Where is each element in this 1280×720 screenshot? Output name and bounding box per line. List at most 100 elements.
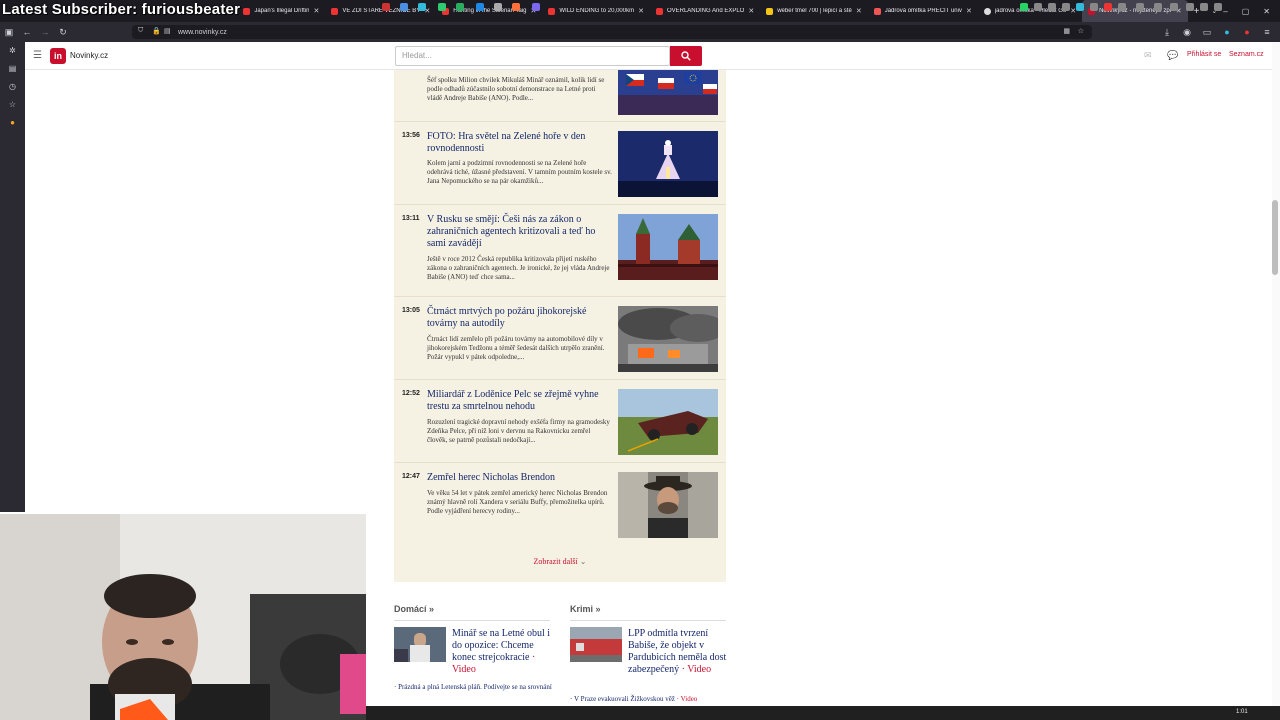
close-icon[interactable]: ✕ bbox=[748, 7, 754, 15]
section-title-krimi[interactable]: Krimi » bbox=[570, 604, 601, 614]
article-perex: Šéf spolku Milion chvilek Mikuláš Minář … bbox=[427, 76, 605, 102]
close-icon[interactable]: ✕ bbox=[638, 7, 644, 15]
os-taskbar bbox=[366, 706, 1280, 720]
tab[interactable]: WILD ENDING to 20,000km ✕ bbox=[542, 0, 650, 22]
history-icon[interactable]: ◷ bbox=[0, 78, 25, 96]
section-sublink[interactable]: · Prázdná a plná Letenská pláň. Podívejt… bbox=[394, 683, 552, 692]
app-icon[interactable] bbox=[382, 3, 390, 11]
article-headline[interactable]: V Rusku se smějí: Češi nás za zákon o za… bbox=[427, 214, 612, 250]
tray-icon[interactable] bbox=[1104, 3, 1112, 11]
tab[interactable]: Jádrová omítka PRECIT univ ✕ bbox=[868, 0, 978, 22]
tray-icon[interactable] bbox=[1048, 3, 1056, 11]
list-item[interactable]: 13:56 FOTO: Hra světel na Zelené hoře v … bbox=[394, 122, 726, 205]
article-headline[interactable]: Miliardář z Loděnice Pelc se zřejmě vyhn… bbox=[427, 389, 612, 413]
close-window-icon[interactable]: ✕ bbox=[1263, 7, 1270, 16]
article-headline[interactable]: FOTO: Hra světel na Zelené hoře v den ro… bbox=[427, 131, 612, 155]
article-thumbnail[interactable] bbox=[618, 472, 718, 538]
section-sublink[interactable]: · V Praze evakuovali Žižkovskou věž · Vi… bbox=[570, 695, 728, 704]
app-icon[interactable] bbox=[494, 3, 502, 11]
tab[interactable]: Hunting in the Siberian Taig ✕ bbox=[436, 0, 542, 22]
tray-icon[interactable] bbox=[1034, 3, 1042, 11]
list-item[interactable]: 13:05 Čtrnáct mrtvých po požáru jihokore… bbox=[394, 297, 726, 380]
article-thumbnail[interactable] bbox=[618, 70, 718, 115]
close-icon[interactable]: ✕ bbox=[313, 7, 319, 15]
firefox-icon[interactable] bbox=[512, 3, 520, 11]
page-scrollbar[interactable] bbox=[1272, 42, 1280, 708]
show-more-button[interactable]: Zobrazit další ⌄ bbox=[394, 557, 726, 566]
minimize-icon[interactable]: – bbox=[1223, 7, 1227, 16]
article-thumbnail[interactable] bbox=[618, 214, 718, 280]
login-link[interactable]: Přihlásit se bbox=[1187, 51, 1221, 58]
back-icon[interactable]: ← bbox=[18, 27, 36, 37]
tray-icon[interactable] bbox=[1136, 3, 1144, 11]
taskbar-clock[interactable]: 1:01 bbox=[1236, 709, 1248, 715]
menu-icon[interactable]: ≡ bbox=[1258, 27, 1276, 38]
app-icon[interactable] bbox=[438, 3, 446, 11]
maximize-icon[interactable]: ▢ bbox=[1242, 7, 1250, 16]
tray-icon[interactable] bbox=[1154, 3, 1162, 11]
article-thumbnail[interactable] bbox=[394, 627, 446, 662]
extension-icon[interactable]: ● bbox=[1218, 27, 1236, 38]
app-icon[interactable] bbox=[418, 3, 426, 11]
search-input[interactable]: Hledat... bbox=[395, 46, 670, 66]
url-bar[interactable]: ⛉ 🔒 ▤ www.novinky.cz ▦ ☆ bbox=[132, 25, 1092, 39]
site-icon bbox=[766, 7, 774, 15]
page-icon: ▤ bbox=[164, 28, 171, 35]
list-item[interactable]: 12:52 Miliardář z Loděnice Pelc se zřejm… bbox=[394, 380, 726, 463]
chat-icon[interactable]: 💬 bbox=[1167, 50, 1178, 61]
site-name[interactable]: Novinky.cz bbox=[70, 51, 108, 60]
download-icon[interactable]: ⤓ bbox=[1158, 27, 1176, 38]
reader-icon[interactable]: ▦ bbox=[1063, 27, 1070, 35]
novinky-logo[interactable]: in bbox=[50, 48, 66, 64]
reload-icon[interactable]: ↻ bbox=[54, 27, 72, 38]
star-icon[interactable]: ☆ bbox=[1078, 27, 1084, 35]
article-thumbnail[interactable] bbox=[618, 306, 718, 372]
scrollbar-thumb[interactable] bbox=[1272, 200, 1278, 275]
tray-icon[interactable] bbox=[1076, 3, 1084, 11]
list-item[interactable]: 12:47 Zemřel herec Nicholas Brendon Ve v… bbox=[394, 463, 726, 546]
article-thumbnail[interactable] bbox=[570, 627, 622, 662]
app-icon[interactable] bbox=[456, 3, 464, 11]
wifi-icon[interactable] bbox=[1200, 3, 1208, 11]
account-icon[interactable]: ◉ bbox=[1178, 27, 1196, 38]
bookmarks-icon[interactable]: ☆ bbox=[0, 96, 25, 114]
tab[interactable]: weber tmel 700 | lepicí a stě ✕ bbox=[760, 0, 867, 22]
extension-icon[interactable]: ● bbox=[1238, 27, 1256, 38]
list-item[interactable]: 13:11 V Rusku se smějí: Češi nás za záko… bbox=[394, 205, 726, 297]
bookmark-icon[interactable]: ▭ bbox=[1198, 27, 1216, 38]
volume-icon[interactable] bbox=[1214, 3, 1222, 11]
forward-icon[interactable]: → bbox=[36, 27, 54, 37]
section-headline[interactable]: Minář se na Letné obul i do opozice: Chc… bbox=[452, 628, 552, 676]
search-button[interactable] bbox=[670, 46, 702, 66]
article-thumbnail[interactable] bbox=[618, 389, 718, 455]
lock-icon: 🔒 bbox=[152, 28, 161, 35]
tray-icon[interactable] bbox=[1020, 3, 1028, 11]
ai-icon[interactable]: ✲ bbox=[0, 42, 25, 60]
mail-icon[interactable]: ✉ bbox=[1144, 50, 1152, 61]
app-icon[interactable] bbox=[400, 3, 408, 11]
article-thumbnail[interactable] bbox=[618, 131, 718, 197]
tab[interactable]: Japan's Illegal Driftin ✕ bbox=[237, 0, 325, 22]
app-icon[interactable] bbox=[532, 3, 540, 11]
synced-tabs-icon[interactable]: ▤ bbox=[0, 60, 25, 78]
tray-icon[interactable] bbox=[1062, 3, 1070, 11]
hamburger-menu-icon[interactable]: ☰ bbox=[33, 50, 42, 61]
close-icon[interactable]: ✕ bbox=[966, 7, 972, 15]
close-icon[interactable]: ✕ bbox=[856, 7, 862, 15]
article-headline[interactable]: Zemřel herec Nicholas Brendon bbox=[427, 472, 612, 484]
sidebar-toggle-icon[interactable]: ▣ bbox=[0, 27, 18, 38]
tab[interactable]: OVERLANDING And EXPLO ✕ bbox=[650, 0, 760, 22]
section-headline[interactable]: LPP odmítla tvrzení Babiše, že objekt v … bbox=[628, 628, 728, 676]
kremlin-image bbox=[618, 214, 718, 280]
section-title-domaci[interactable]: Domácí » bbox=[394, 604, 434, 614]
list-item[interactable]: Šéf spolku Milion chvilek Mikuláš Minář … bbox=[394, 70, 726, 122]
tray-icon[interactable] bbox=[1118, 3, 1126, 11]
article-headline[interactable]: Čtrnáct mrtvých po požáru jihokorejské t… bbox=[427, 306, 612, 330]
tray-icon[interactable] bbox=[1186, 3, 1194, 11]
app-icon[interactable] bbox=[476, 3, 484, 11]
tray-icon[interactable] bbox=[1090, 3, 1098, 11]
browser-sidebar: ✲ ▤ ◷ ☆ ● bbox=[0, 42, 25, 512]
seznam-link[interactable]: Seznam.cz bbox=[1229, 51, 1264, 58]
tray-icon[interactable] bbox=[1170, 3, 1178, 11]
extension-icon[interactable]: ● bbox=[0, 114, 25, 132]
